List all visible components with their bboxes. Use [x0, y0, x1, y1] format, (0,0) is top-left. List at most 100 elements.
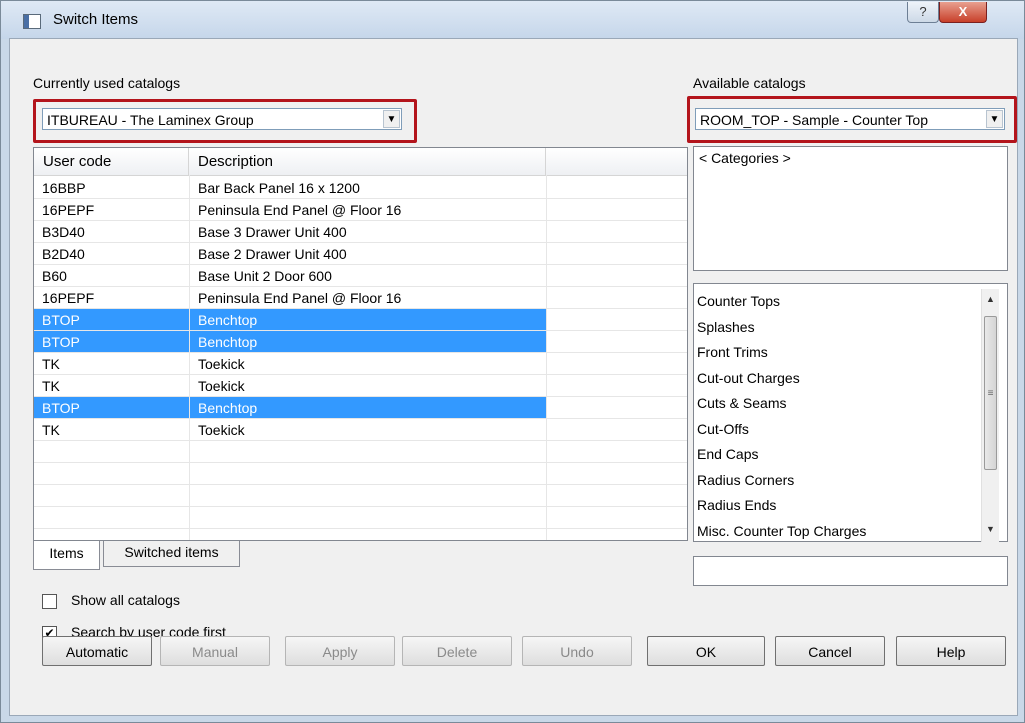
scroll-up-icon[interactable]: ▲ — [982, 291, 999, 308]
help-button[interactable]: Help — [896, 636, 1006, 666]
dropdown-arrow-icon[interactable]: ▼ — [383, 110, 400, 128]
grid-line — [34, 352, 687, 353]
automatic-button[interactable]: Automatic — [42, 636, 152, 666]
scroll-down-icon[interactable]: ▼ — [982, 521, 999, 538]
table-row[interactable]: B60 Base Unit 2 Door 600 — [34, 265, 687, 287]
grid-line — [34, 242, 687, 243]
grid-line — [34, 308, 687, 309]
grid-line — [34, 264, 687, 265]
grid-line — [34, 506, 687, 507]
delete-button[interactable]: Delete — [402, 636, 512, 666]
manual-button[interactable]: Manual — [160, 636, 270, 666]
show-all-catalogs-label: Show all catalogs — [71, 592, 180, 608]
cell-description: Benchtop — [198, 400, 258, 416]
cell-description: Bar Back Panel 16 x 1200 — [198, 180, 360, 196]
table-row[interactable]: 16PEPF Peninsula End Panel @ Floor 16 — [34, 199, 687, 221]
categories-list[interactable]: < Categories > — [693, 146, 1008, 271]
window-icon — [23, 14, 41, 29]
grid-line — [34, 528, 687, 529]
table-row[interactable]: B2D40 Base 2 Drawer Unit 400 — [34, 243, 687, 265]
show-all-catalogs-checkbox[interactable] — [42, 594, 57, 609]
list-item[interactable]: Front Trims — [697, 344, 768, 360]
row-selection-highlight — [34, 331, 546, 353]
table-row[interactable]: 16PEPF Peninsula End Panel @ Floor 16 — [34, 287, 687, 309]
list-item[interactable]: End Caps — [697, 446, 758, 462]
current-catalog-select[interactable]: ITBUREAU - The Laminex Group ▼ — [42, 108, 402, 130]
grid-line — [189, 175, 190, 540]
column-header-empty[interactable] — [546, 148, 687, 175]
cell-description: Benchtop — [198, 312, 258, 328]
list-header: User code Description — [34, 148, 687, 176]
cell-description: Peninsula End Panel @ Floor 16 — [198, 290, 402, 306]
list-item[interactable]: Cuts & Seams — [697, 395, 786, 411]
grid-line — [34, 396, 687, 397]
cell-user-code: 16PEPF — [42, 290, 95, 306]
cell-user-code: TK — [42, 356, 60, 372]
table-row[interactable]: B3D40 Base 3 Drawer Unit 400 — [34, 221, 687, 243]
scroll-thumb[interactable]: ≡ — [984, 316, 997, 470]
available-catalog-value: ROOM_TOP - Sample - Counter Top — [700, 112, 928, 128]
list-item[interactable]: Counter Tops — [697, 293, 780, 309]
column-header-description[interactable]: Description — [189, 148, 546, 175]
cell-description: Base 3 Drawer Unit 400 — [198, 224, 347, 240]
cell-user-code: B60 — [42, 268, 67, 284]
list-item[interactable]: Cut-Offs — [697, 421, 749, 437]
vertical-scrollbar[interactable]: ▲ ≡ ▼ — [981, 289, 999, 542]
cell-description: Base 2 Drawer Unit 400 — [198, 246, 347, 262]
table-row[interactable]: BTOP Benchtop — [34, 331, 687, 353]
grid-line — [34, 484, 687, 485]
search-input[interactable] — [693, 556, 1008, 586]
row-selection-highlight — [34, 397, 546, 419]
apply-button[interactable]: Apply — [285, 636, 395, 666]
available-catalogs-label: Available catalogs — [693, 75, 806, 91]
current-catalogs-label: Currently used catalogs — [33, 75, 181, 91]
list-item[interactable]: Radius Corners — [697, 472, 794, 488]
undo-button[interactable]: Undo — [522, 636, 632, 666]
items-list[interactable]: User code Description 16BBP Bar Back Pane… — [33, 147, 688, 541]
grid-line — [34, 374, 687, 375]
grid-line — [34, 330, 687, 331]
column-header-user-code[interactable]: User code — [34, 148, 189, 175]
tab-switched-items[interactable]: Switched items — [103, 541, 240, 567]
cell-user-code: 16BBP — [42, 180, 86, 196]
title-bar: Switch Items ? X — [1, 1, 1024, 39]
list-item[interactable]: Splashes — [697, 319, 755, 335]
close-button[interactable]: X — [939, 2, 987, 23]
cell-user-code: B3D40 — [42, 224, 85, 240]
current-catalog-value: ITBUREAU - The Laminex Group — [47, 112, 254, 128]
list-item[interactable]: Radius Ends — [697, 497, 776, 513]
cell-user-code: BTOP — [42, 312, 80, 328]
window-title: Switch Items — [53, 11, 139, 28]
table-row[interactable]: 16BBP Bar Back Panel 16 x 1200 — [34, 177, 687, 199]
grid-line — [34, 220, 687, 221]
cell-description: Peninsula End Panel @ Floor 16 — [198, 202, 402, 218]
cell-description: Toekick — [198, 378, 245, 394]
cancel-button[interactable]: Cancel — [775, 636, 885, 666]
help-title-button[interactable]: ? — [907, 2, 939, 23]
table-row[interactable]: BTOP Benchtop — [34, 309, 687, 331]
cell-user-code: 16PEPF — [42, 202, 95, 218]
grid-line — [546, 175, 547, 540]
table-row[interactable]: TK Toekick — [34, 353, 687, 375]
grid-line — [34, 462, 687, 463]
list-item[interactable]: Cut-out Charges — [697, 370, 800, 386]
ok-button[interactable]: OK — [647, 636, 765, 666]
grid-line — [34, 286, 687, 287]
table-row[interactable]: TK Toekick — [34, 375, 687, 397]
list-item[interactable]: Misc. Counter Top Charges — [697, 523, 866, 539]
tab-items[interactable]: Items — [33, 541, 100, 570]
cell-user-code: TK — [42, 378, 60, 394]
cell-description: Toekick — [198, 356, 245, 372]
cell-description: Toekick — [198, 422, 245, 438]
available-catalog-select[interactable]: ROOM_TOP - Sample - Counter Top ▼ — [695, 108, 1005, 130]
subcategory-list[interactable]: Counter Tops Splashes Front Trims Cut-out C… — [693, 283, 1008, 542]
table-row[interactable]: TK Toekick — [34, 419, 687, 441]
grid-line — [34, 198, 687, 199]
list-item[interactable]: < Categories > — [699, 150, 791, 166]
cell-description: Benchtop — [198, 334, 258, 350]
row-selection-highlight — [34, 309, 546, 331]
dropdown-arrow-icon[interactable]: ▼ — [986, 110, 1003, 128]
cell-user-code: TK — [42, 422, 60, 438]
table-row[interactable]: BTOP Benchtop — [34, 397, 687, 419]
grid-line — [34, 418, 687, 419]
